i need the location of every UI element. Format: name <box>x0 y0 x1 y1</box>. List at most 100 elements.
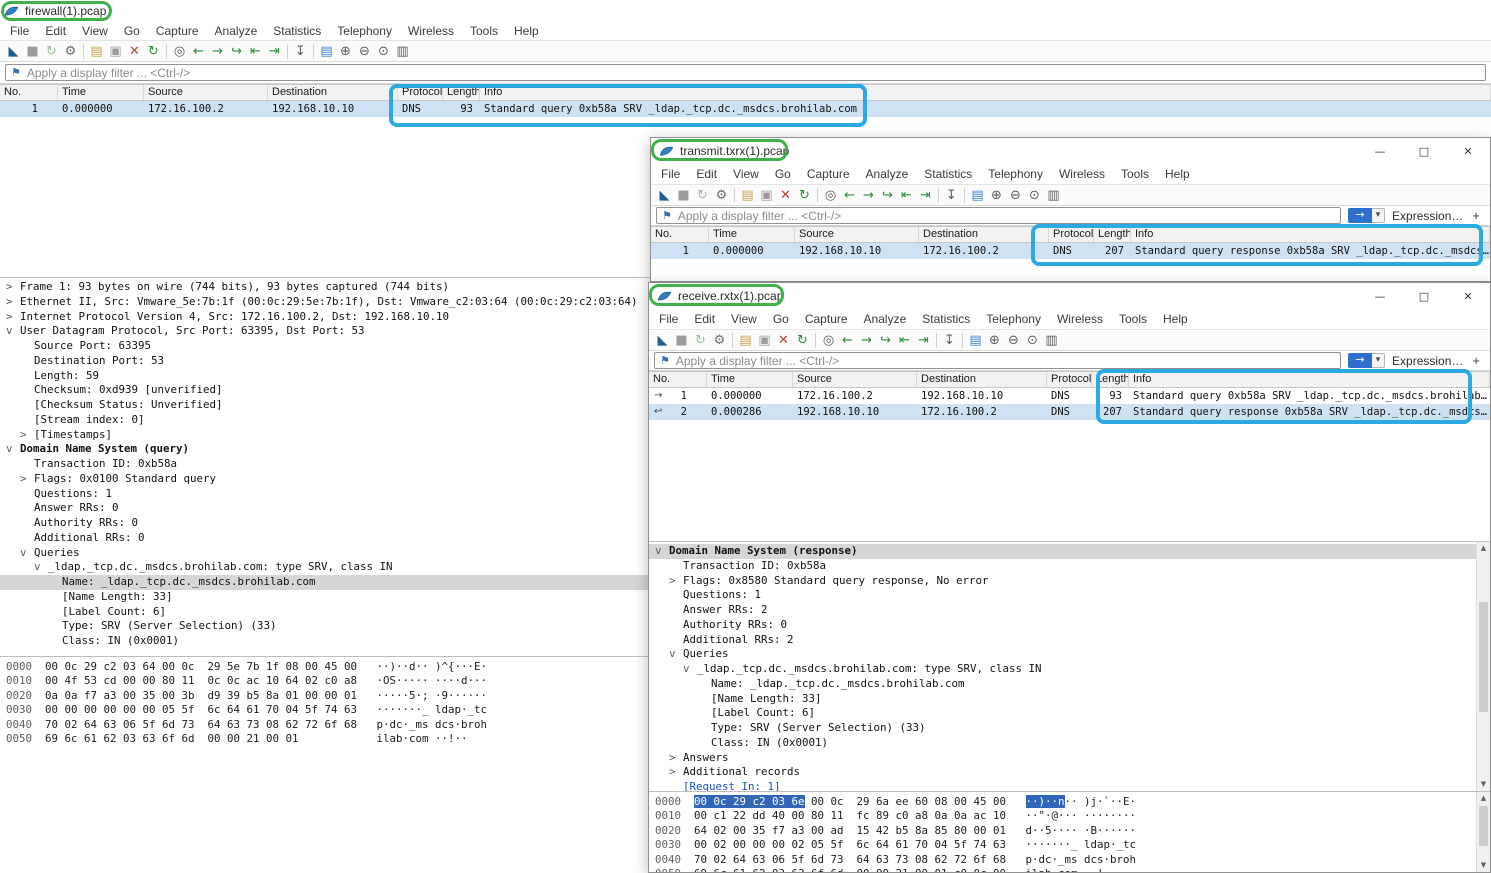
go-forward-icon[interactable]: → <box>208 42 227 61</box>
menu-tools[interactable]: Tools <box>1111 312 1155 326</box>
filter-bookmark-icon[interactable]: ⚑ <box>11 65 21 80</box>
tree-row[interactable]: >Flags: 0x8580 Standard query response, … <box>649 574 1490 589</box>
menu-view[interactable]: View <box>723 312 765 326</box>
filter-history-caret-icon[interactable]: ▾ <box>1372 353 1385 368</box>
menu-file[interactable]: File <box>651 312 686 326</box>
tree-row[interactable]: Questions: 1 <box>649 588 1490 603</box>
hex-row[interactable]: 003000 02 00 00 00 02 05 5f 6c 64 61 70 … <box>655 838 1490 852</box>
packet-row[interactable]: ↩20.000286192.168.10.10172.16.100.2DNS20… <box>649 404 1490 420</box>
close-file-icon[interactable]: ✕ <box>125 42 144 61</box>
go-back-icon[interactable]: ← <box>838 331 857 350</box>
restart-capture-icon[interactable]: ↻ <box>693 186 712 205</box>
titlebar-firewall[interactable]: firewall(1).pcap <box>0 0 1491 22</box>
restart-capture-icon[interactable]: ↻ <box>691 331 710 350</box>
resize-columns-icon[interactable]: ▥ <box>1042 331 1061 350</box>
capture-options-icon[interactable]: ⚙ <box>710 331 729 350</box>
apply-filter-button[interactable]: → ▾ <box>1348 208 1385 223</box>
tree-row[interactable]: Type: SRV (Server Selection) (33) <box>649 721 1490 736</box>
column-header-time[interactable]: Time <box>709 227 795 242</box>
capture-options-icon[interactable]: ⚙ <box>61 42 80 61</box>
menu-analyze[interactable]: Analyze <box>207 24 266 38</box>
hex-row[interactable]: 001000 c1 22 dd 40 00 80 11 fc 89 c0 a8 … <box>655 809 1490 823</box>
expand-icon[interactable]: > <box>20 472 34 487</box>
collapse-icon[interactable]: v <box>669 647 683 662</box>
menu-file[interactable]: File <box>653 167 688 181</box>
expand-icon[interactable]: > <box>6 295 20 310</box>
zoom-in-icon[interactable]: ⊕ <box>985 331 1004 350</box>
add-filter-button[interactable]: + <box>1470 208 1485 223</box>
restart-capture-icon[interactable]: ↻ <box>42 42 61 61</box>
column-header-length[interactable]: Length <box>1092 372 1129 387</box>
packet-row[interactable]: 10.000000192.168.10.10172.16.100.2DNS207… <box>651 243 1490 259</box>
scroll-down-icon[interactable]: ▼ <box>1477 778 1490 791</box>
find-packet-icon[interactable]: ◎ <box>170 42 189 61</box>
close-button[interactable]: ✕ <box>1446 138 1490 164</box>
tree-row[interactable]: [Label Count: 6] <box>649 706 1490 721</box>
resize-columns-icon[interactable]: ▥ <box>393 42 412 61</box>
expand-icon[interactable]: > <box>6 310 20 325</box>
column-header-no[interactable]: No. <box>0 85 58 100</box>
menu-help[interactable]: Help <box>1157 167 1198 181</box>
column-header-destination[interactable]: Destination <box>917 372 1047 387</box>
column-header-info[interactable]: Info <box>1129 372 1490 387</box>
autoscroll-icon[interactable]: ↧ <box>940 331 959 350</box>
hex-row[interactable]: 000000 0c 29 c2 03 6e 00 0c 29 6a ee 60 … <box>655 795 1490 809</box>
menu-statistics[interactable]: Statistics <box>265 24 329 38</box>
zoom-reset-icon[interactable]: ⊙ <box>1023 331 1042 350</box>
menu-wireless[interactable]: Wireless <box>400 24 462 38</box>
reload-file-icon[interactable]: ↻ <box>144 42 163 61</box>
tree-row[interactable]: Additional RRs: 2 <box>649 633 1490 648</box>
display-filter-input[interactable]: ⚑ Apply a display filter ... <Ctrl-/> <box>654 352 1341 369</box>
resize-columns-icon[interactable]: ▥ <box>1044 186 1063 205</box>
capture-options-icon[interactable]: ⚙ <box>712 186 731 205</box>
menu-capture[interactable]: Capture <box>797 312 856 326</box>
display-filter-input[interactable]: ⚑ Apply a display filter ... <Ctrl-/> <box>656 207 1341 224</box>
stop-capture-icon[interactable]: ■ <box>672 331 691 350</box>
go-to-packet-icon[interactable]: ↪ <box>227 42 246 61</box>
menu-capture[interactable]: Capture <box>799 167 858 181</box>
start-capture-icon[interactable]: ◣ <box>4 42 23 61</box>
go-last-icon[interactable]: ⇥ <box>265 42 284 61</box>
scroll-up-icon[interactable]: ▲ <box>1477 792 1490 805</box>
column-header-source[interactable]: Source <box>795 227 919 242</box>
apply-filter-button[interactable]: → ▾ <box>1348 353 1385 368</box>
expand-icon[interactable]: > <box>669 751 683 766</box>
tree-row[interactable]: Name: _ldap._tcp.dc._msdcs.brohilab.com <box>649 677 1490 692</box>
titlebar-receive[interactable]: receive.rxtx(1).pcap — □ ✕ <box>649 283 1490 309</box>
tree-row[interactable]: Authority RRs: 0 <box>649 618 1490 633</box>
menu-tools[interactable]: Tools <box>1113 167 1157 181</box>
expand-icon[interactable]: > <box>6 280 20 295</box>
apply-filter-arrow-icon[interactable]: → <box>1348 353 1372 368</box>
find-packet-icon[interactable]: ◎ <box>819 331 838 350</box>
tree-row[interactable]: Class: IN (0x0001) <box>649 736 1490 751</box>
colorize-icon[interactable]: ▤ <box>966 331 985 350</box>
tree-row[interactable]: >Additional records <box>649 765 1490 780</box>
titlebar-transmit[interactable]: transmit.txrx(1).pcap — □ ✕ <box>651 138 1490 164</box>
maximize-button[interactable]: □ <box>1402 138 1446 164</box>
menu-go[interactable]: Go <box>767 167 799 181</box>
open-file-icon[interactable]: ▤ <box>87 42 106 61</box>
expand-icon[interactable]: > <box>20 428 34 443</box>
go-to-packet-icon[interactable]: ↪ <box>878 186 897 205</box>
go-last-icon[interactable]: ⇥ <box>914 331 933 350</box>
go-first-icon[interactable]: ⇤ <box>246 42 265 61</box>
scrollbar-thumb[interactable] <box>1479 602 1488 712</box>
go-to-packet-icon[interactable]: ↪ <box>876 331 895 350</box>
start-capture-icon[interactable]: ◣ <box>653 331 672 350</box>
go-forward-icon[interactable]: → <box>859 186 878 205</box>
column-header-time[interactable]: Time <box>707 372 793 387</box>
tree-row[interactable]: >Answers <box>649 751 1490 766</box>
filter-bookmark-icon[interactable]: ⚑ <box>662 208 672 223</box>
menu-edit[interactable]: Edit <box>37 24 74 38</box>
expression-button[interactable]: Expression… <box>1392 209 1463 223</box>
packet-row[interactable]: 10.000000172.16.100.2192.168.10.10DNS93S… <box>0 101 1491 117</box>
collapse-icon[interactable]: v <box>6 442 20 457</box>
menu-tools[interactable]: Tools <box>462 24 506 38</box>
menu-analyze[interactable]: Analyze <box>858 167 917 181</box>
menu-file[interactable]: File <box>2 24 37 38</box>
scroll-up-icon[interactable]: ▲ <box>1477 542 1490 555</box>
column-header-protocol[interactable]: Protocol <box>1047 372 1092 387</box>
column-header-time[interactable]: Time <box>58 85 144 100</box>
apply-filter-arrow-icon[interactable]: → <box>1348 208 1372 223</box>
column-header-length[interactable]: Length <box>443 85 480 100</box>
